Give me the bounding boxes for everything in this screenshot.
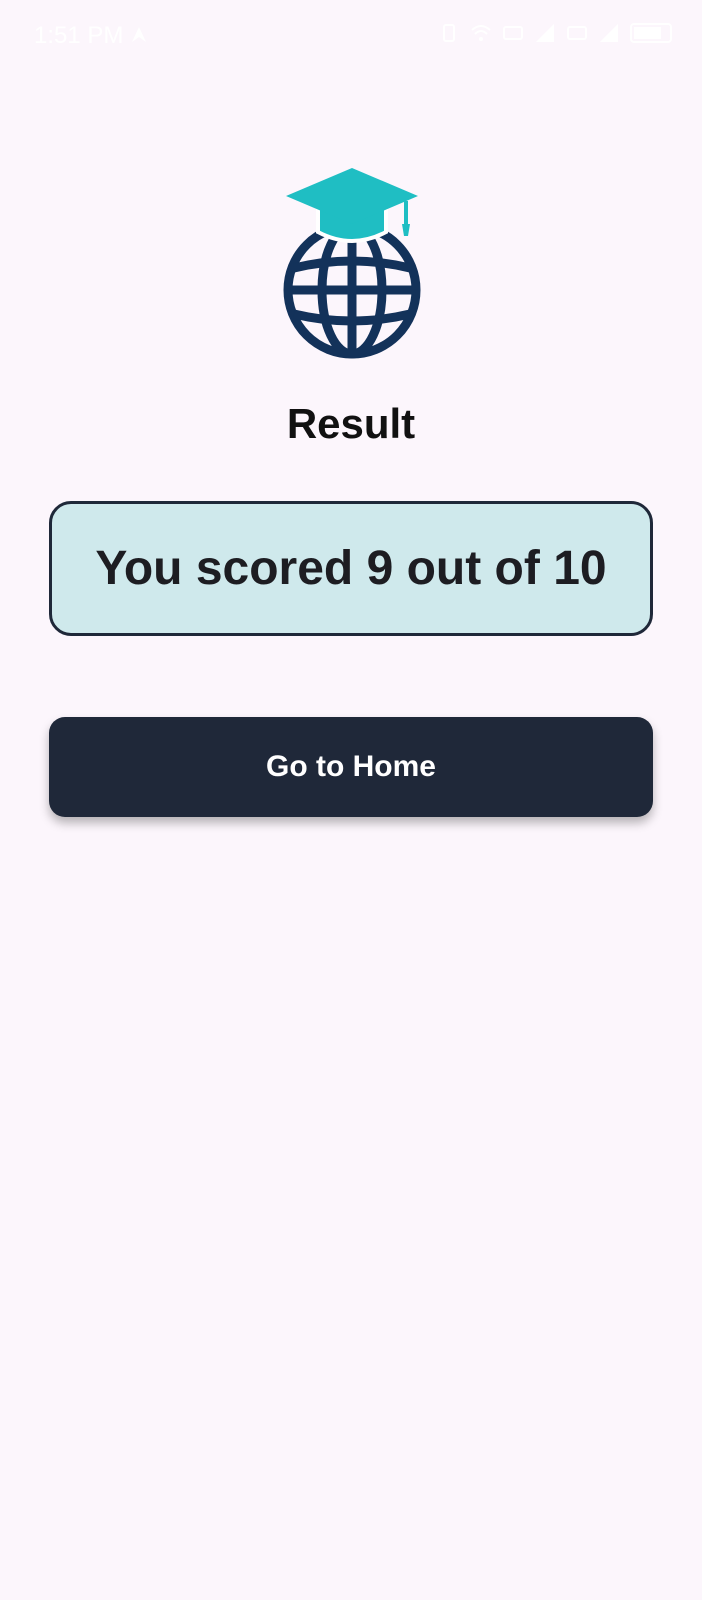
status-icons <box>438 22 672 44</box>
go-to-home-button[interactable]: Go to Home <box>49 717 653 817</box>
score-card: You scored 9 out of 10 <box>49 501 653 636</box>
score-text: You scored 9 out of 10 <box>95 542 607 595</box>
signal-2-icon <box>598 22 620 44</box>
globe-graduation-cap-icon <box>283 168 421 359</box>
volte-2-icon <box>566 22 588 44</box>
battery-icon <box>630 23 672 43</box>
wifi-icon <box>470 22 492 44</box>
volte-icon <box>502 22 524 44</box>
result-screen: 1:51 PM Result You scored 9 out of 10 Go… <box>0 0 702 1600</box>
status-time: 1:51 PM <box>34 22 124 49</box>
vibrate-icon <box>438 22 460 44</box>
result-title: Result <box>286 400 416 447</box>
navigation-icon <box>132 27 146 42</box>
status-bar: 1:51 PM <box>0 0 702 72</box>
signal-icon <box>534 22 556 44</box>
